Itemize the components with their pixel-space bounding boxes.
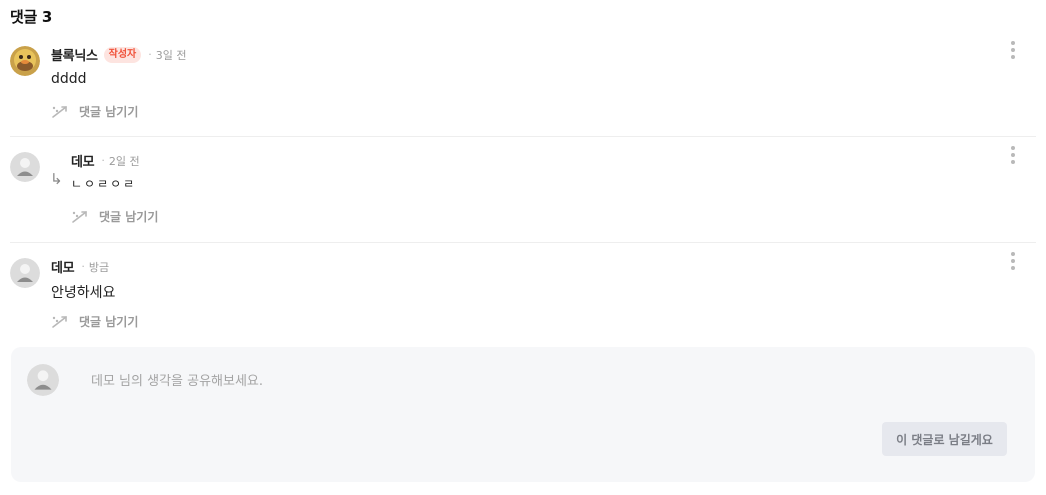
comment-item: 블록닉스 작성자 · 3일 전 dddd 댓글 남기기 xyxy=(10,38,1036,137)
default-avatar-icon[interactable] xyxy=(10,258,40,288)
reply-button[interactable]: 댓글 남기기 xyxy=(51,103,138,120)
reply-label: 댓글 남기기 xyxy=(79,315,139,329)
comment-meta: 블록닉스 작성자 · 3일 전 xyxy=(51,45,187,64)
comment-text: ㄴㅇㄹㅇㄹ xyxy=(71,177,137,191)
comment-text: 안녕하세요 xyxy=(51,285,116,301)
more-options-icon[interactable] xyxy=(1008,145,1018,165)
comment-composer: 이 댓글로 남길게요 xyxy=(11,347,1035,482)
duck-avatar-icon[interactable] xyxy=(10,46,40,76)
reply-icon xyxy=(52,105,67,118)
comment-meta: 데모 · 2일 전 xyxy=(71,151,140,170)
more-options-icon[interactable] xyxy=(1008,40,1018,60)
reply-button[interactable]: 댓글 남기기 xyxy=(71,208,158,225)
comment-time: 3일 전 xyxy=(155,48,187,62)
separator-dot: · xyxy=(101,154,105,167)
comment-time: 방금 xyxy=(88,260,110,274)
author-badge: 작성자 xyxy=(103,46,142,63)
comment-author[interactable]: 데모 xyxy=(71,151,95,170)
comment-input[interactable] xyxy=(91,374,991,389)
default-avatar-icon[interactable] xyxy=(10,152,40,182)
reply-label: 댓글 남기기 xyxy=(99,210,159,224)
more-options-icon[interactable] xyxy=(1008,251,1018,271)
default-avatar-icon xyxy=(27,364,59,396)
reply-label: 댓글 남기기 xyxy=(79,105,139,119)
reply-button[interactable]: 댓글 남기기 xyxy=(51,313,138,330)
comment-item: 데모 · 방금 안녕하세요 댓글 남기기 xyxy=(10,243,1036,339)
comment-author[interactable]: 블록닉스 xyxy=(51,45,98,64)
comment-author[interactable]: 데모 xyxy=(51,257,75,276)
comment-text: dddd xyxy=(51,71,87,87)
separator-dot: · xyxy=(148,48,152,61)
reply-icon xyxy=(72,210,87,223)
nested-reply-arrow: ↳ xyxy=(50,170,63,188)
separator-dot: · xyxy=(81,260,85,273)
comment-item-nested: ↳ 데모 · 2일 전 ㄴㅇㄹㅇㄹ 댓글 남기기 xyxy=(10,137,1036,243)
comment-meta: 데모 · 방금 xyxy=(51,257,109,276)
comment-time: 2일 전 xyxy=(108,154,140,168)
submit-comment-button[interactable]: 이 댓글로 남길게요 xyxy=(882,422,1007,456)
reply-icon xyxy=(52,315,67,328)
comments-heading: 댓글 3 xyxy=(10,8,53,26)
